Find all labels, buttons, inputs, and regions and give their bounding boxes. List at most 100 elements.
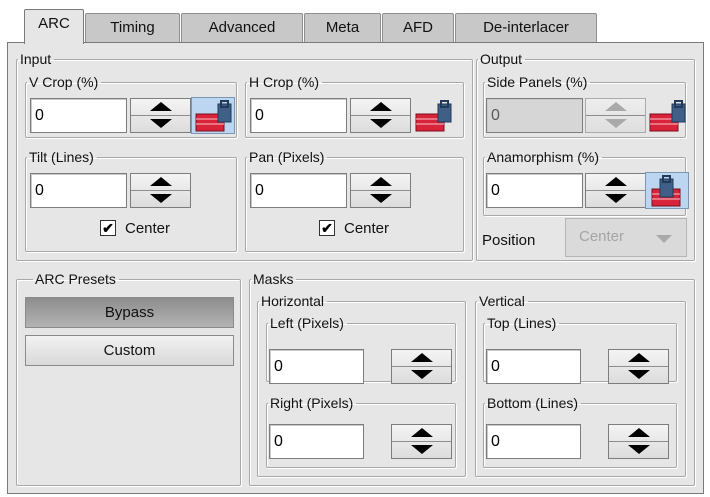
anamorphism-legend: Anamorphism (%)	[487, 149, 600, 165]
masks-legend: Masks	[253, 271, 294, 287]
tilt-legend: Tilt (Lines)	[29, 149, 94, 165]
bottom-lines-increment[interactable]	[609, 425, 668, 442]
arc-panel: Input V Crop (%) 0 H Crop (%) 0 Tilt (Li…	[7, 42, 704, 494]
arrow-down-icon	[410, 370, 433, 380]
arc-presets-legend: ARC Presets	[35, 271, 116, 287]
pan-input[interactable]: 0	[250, 173, 347, 208]
tilt-center-checkbox[interactable]: ✔	[100, 220, 116, 236]
lock-icon	[195, 100, 232, 132]
bottom-lines-decrement[interactable]	[609, 442, 668, 459]
tab-timing[interactable]: Timing	[85, 13, 180, 43]
anamorphism-increment[interactable]	[586, 174, 645, 191]
right-pixels-input[interactable]: 0	[269, 424, 364, 459]
arrow-down-icon	[627, 370, 650, 380]
pan-decrement[interactable]	[351, 191, 410, 208]
arrow-down-icon	[149, 119, 172, 129]
arrow-up-icon	[149, 177, 172, 187]
arrow-down-icon	[149, 194, 172, 204]
top-lines-decrement[interactable]	[609, 367, 668, 384]
side-panels-legend: Side Panels (%)	[487, 74, 588, 90]
arrow-up-icon	[604, 177, 627, 187]
arrow-down-icon	[604, 119, 627, 129]
arrow-up-icon	[627, 353, 650, 363]
v-crop-spinner[interactable]	[130, 98, 191, 133]
anamorphism-lock-button[interactable]	[645, 172, 689, 209]
tilt-increment[interactable]	[131, 174, 190, 191]
arrow-up-icon	[149, 102, 172, 112]
h-crop-input[interactable]: 0	[250, 98, 347, 133]
arrow-up-icon	[369, 177, 392, 187]
v-crop-legend: V Crop (%)	[29, 74, 99, 90]
left-pixels-spinner[interactable]	[391, 349, 452, 384]
pan-center-checkbox[interactable]: ✔	[319, 220, 335, 236]
right-pixels-increment[interactable]	[392, 425, 451, 442]
left-pixels-input[interactable]: 0	[269, 349, 364, 384]
tilt-center-label: Center	[125, 220, 171, 237]
top-lines-increment[interactable]	[609, 350, 668, 367]
pan-legend: Pan (Pixels)	[249, 149, 325, 165]
arrow-down-icon	[369, 119, 392, 129]
v-crop-increment[interactable]	[131, 99, 190, 116]
side-panels-spinner	[585, 98, 646, 133]
v-crop-lock-button[interactable]	[191, 97, 235, 134]
custom-button[interactable]: Custom	[25, 335, 234, 366]
arrow-up-icon	[369, 102, 392, 112]
bottom-lines-spinner[interactable]	[608, 424, 669, 459]
tab-advanced[interactable]: Advanced	[181, 13, 303, 43]
tilt-spinner[interactable]	[130, 173, 191, 208]
arrow-down-icon	[410, 445, 433, 455]
anamorphism-input[interactable]: 0	[486, 173, 583, 208]
side-panels-input: 0	[486, 98, 583, 133]
position-label: Position	[482, 232, 536, 249]
left-pixels-increment[interactable]	[392, 350, 451, 367]
tab-afd[interactable]: AFD	[382, 13, 454, 43]
tab-meta[interactable]: Meta	[304, 13, 381, 43]
side-panels-decrement	[586, 116, 645, 133]
left-pixels-legend: Left (Pixels)	[270, 315, 344, 331]
output-legend: Output	[480, 51, 523, 67]
pan-center-label: Center	[344, 220, 390, 237]
pan-spinner[interactable]	[350, 173, 411, 208]
input-legend: Input	[20, 51, 52, 67]
vertical-legend: Vertical	[479, 293, 525, 309]
arrow-up-icon	[627, 428, 650, 438]
position-select: Center	[565, 218, 687, 257]
bottom-lines-input[interactable]: 0	[486, 424, 581, 459]
right-pixels-spinner[interactable]	[391, 424, 452, 459]
bypass-button[interactable]: Bypass	[25, 297, 234, 328]
pan-increment[interactable]	[351, 174, 410, 191]
tilt-input[interactable]: 0	[30, 173, 127, 208]
h-crop-spinner[interactable]	[350, 98, 411, 133]
anamorphism-decrement[interactable]	[586, 191, 645, 208]
lock-icon	[415, 100, 452, 132]
anamorphism-spinner[interactable]	[585, 173, 646, 208]
side-panels-increment	[586, 99, 645, 116]
bottom-lines-legend: Bottom (Lines)	[487, 395, 579, 411]
arrow-down-icon	[604, 194, 627, 204]
right-pixels-legend: Right (Pixels)	[270, 395, 354, 411]
chevron-down-icon	[656, 235, 672, 243]
h-crop-increment[interactable]	[351, 99, 410, 116]
h-crop-legend: H Crop (%)	[249, 74, 320, 90]
arrow-up-icon	[604, 102, 627, 112]
top-lines-input[interactable]: 0	[486, 349, 581, 384]
lock-icon	[649, 100, 686, 132]
position-select-value: Center	[579, 228, 625, 245]
top-lines-spinner[interactable]	[608, 349, 669, 384]
h-crop-decrement[interactable]	[351, 116, 410, 133]
horizontal-legend: Horizontal	[261, 293, 325, 309]
lock-icon	[651, 175, 681, 207]
v-crop-decrement[interactable]	[131, 116, 190, 133]
arrow-up-icon	[410, 353, 433, 363]
arrow-down-icon	[627, 445, 650, 455]
tab-de-interlacer[interactable]: De-interlacer	[455, 13, 597, 43]
v-crop-input[interactable]: 0	[30, 98, 127, 133]
arrow-up-icon	[410, 428, 433, 438]
right-pixels-decrement[interactable]	[392, 442, 451, 459]
tab-arc[interactable]: ARC	[24, 9, 84, 44]
left-pixels-decrement[interactable]	[392, 367, 451, 384]
h-crop-lock-button[interactable]	[411, 97, 455, 134]
top-lines-legend: Top (Lines)	[487, 315, 557, 331]
tilt-decrement[interactable]	[131, 191, 190, 208]
arrow-down-icon	[369, 194, 392, 204]
